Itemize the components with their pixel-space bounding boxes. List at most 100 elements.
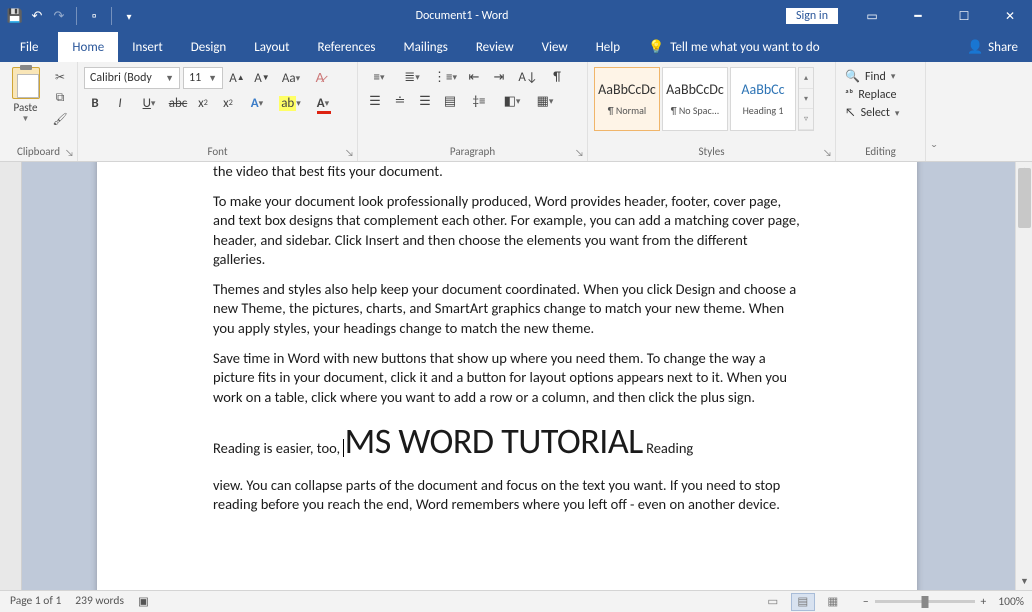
shading-button[interactable]: ◧▾ bbox=[497, 91, 527, 111]
tab-review[interactable]: Review bbox=[462, 32, 528, 62]
styles-dialog-launcher[interactable]: ↘ bbox=[823, 146, 832, 159]
close-button[interactable]: ✕ bbox=[988, 2, 1032, 30]
sign-in-button[interactable]: Sign in bbox=[786, 8, 838, 24]
tab-home[interactable]: Home bbox=[58, 32, 118, 62]
tab-view[interactable]: View bbox=[528, 32, 582, 62]
multilevel-list-button[interactable]: ⋮≡▾ bbox=[430, 67, 460, 87]
replace-button[interactable]: ᵃᵇReplace bbox=[842, 87, 919, 103]
page-indicator[interactable]: Page 1 of 1 bbox=[10, 594, 61, 609]
align-left-button[interactable]: ☰ bbox=[364, 91, 386, 111]
zoom-level[interactable]: 100% bbox=[998, 595, 1024, 609]
cut-button[interactable]: ✂ bbox=[49, 68, 71, 86]
undo-icon[interactable]: ↶ bbox=[28, 7, 46, 25]
font-size-combo[interactable]: 11▼ bbox=[183, 67, 223, 89]
select-button[interactable]: ↖Select▾ bbox=[842, 105, 919, 121]
italic-button[interactable]: I bbox=[109, 93, 131, 113]
tab-file[interactable]: File bbox=[0, 32, 58, 62]
styles-gallery-more[interactable]: ▴▾▿ bbox=[798, 67, 814, 131]
body-text[interactable]: view. You can collapse parts of the docu… bbox=[213, 476, 801, 515]
vertical-scrollbar[interactable]: ▲ ▼ bbox=[1015, 162, 1032, 590]
style-preview: AaBbCcDc bbox=[666, 81, 724, 98]
body-text[interactable]: Themes and styles also help keep your do… bbox=[213, 280, 801, 339]
zoom-in-button[interactable]: + bbox=[981, 595, 987, 609]
copy-button[interactable]: ⧉ bbox=[49, 89, 71, 107]
zoom-out-button[interactable]: − bbox=[863, 595, 869, 609]
qat-customize-icon[interactable]: ▾ bbox=[120, 7, 138, 25]
paragraph-dialog-launcher[interactable]: ↘ bbox=[575, 146, 584, 159]
maximize-button[interactable]: ☐ bbox=[942, 2, 986, 30]
grow-font-button[interactable]: A▲ bbox=[226, 68, 248, 88]
tab-design[interactable]: Design bbox=[177, 32, 240, 62]
new-doc-icon[interactable]: ▫ bbox=[85, 7, 103, 25]
scroll-thumb[interactable] bbox=[1018, 168, 1031, 228]
ribbon: Paste ▼ ✂ ⧉ 🖌 Clipboard ↘ Calibri (Body▼… bbox=[0, 62, 1032, 162]
style-normal[interactable]: AaBbCcDc ¶ Normal bbox=[594, 67, 660, 131]
shrink-font-button[interactable]: A▼ bbox=[251, 68, 273, 88]
tab-references[interactable]: References bbox=[304, 32, 390, 62]
underline-button[interactable]: U▾ bbox=[134, 93, 164, 113]
bullets-button[interactable]: ≡▾ bbox=[364, 67, 394, 87]
body-text[interactable]: the video that best fits your document. bbox=[213, 162, 801, 182]
tab-help[interactable]: Help bbox=[582, 32, 634, 62]
large-inserted-text: MS WORD TUTORIAL bbox=[344, 419, 642, 463]
zoom-slider[interactable] bbox=[875, 600, 975, 603]
style-heading1[interactable]: AaBbCc Heading 1 bbox=[730, 67, 796, 131]
web-layout-button[interactable]: ▦ bbox=[821, 593, 845, 611]
share-icon: 👤 bbox=[967, 40, 983, 55]
share-button[interactable]: 👤 Share bbox=[967, 32, 1032, 62]
increase-indent-button[interactable]: ⇥ bbox=[488, 67, 510, 87]
superscript-button[interactable]: x2 bbox=[217, 93, 239, 113]
body-text[interactable]: To make your document look professionall… bbox=[213, 192, 801, 270]
status-bar: Page 1 of 1 239 words ▣ ▭ ▤ ▦ − + 100% bbox=[0, 590, 1032, 612]
print-layout-button[interactable]: ▤ bbox=[791, 593, 815, 611]
subscript-button[interactable]: x2 bbox=[192, 93, 214, 113]
highlight-button[interactable]: ab▾ bbox=[275, 93, 305, 113]
find-button[interactable]: 🔍Find▾ bbox=[842, 68, 919, 85]
font-dialog-launcher[interactable]: ↘ bbox=[345, 146, 354, 159]
strikethrough-button[interactable]: abc bbox=[167, 93, 189, 113]
clipboard-dialog-launcher[interactable]: ↘ bbox=[65, 146, 74, 159]
page-container[interactable]: the video that best fits your document. … bbox=[22, 162, 1015, 590]
paste-button[interactable]: Paste ▼ bbox=[6, 65, 45, 145]
document-page[interactable]: the video that best fits your document. … bbox=[97, 162, 917, 590]
redo-icon[interactable]: ↷ bbox=[50, 7, 68, 25]
change-case-button[interactable]: Aa▾ bbox=[276, 68, 306, 88]
style-no-spacing[interactable]: AaBbCcDc ¶ No Spac... bbox=[662, 67, 728, 131]
read-mode-button[interactable]: ▭ bbox=[761, 593, 785, 611]
replace-label: Replace bbox=[858, 88, 896, 102]
lightbulb-icon: 💡 bbox=[648, 40, 664, 55]
save-icon[interactable]: 💾 bbox=[6, 7, 24, 25]
word-count[interactable]: 239 words bbox=[75, 594, 124, 609]
font-color-button[interactable]: A▾ bbox=[308, 93, 338, 113]
line-spacing-button[interactable]: ‡≡ bbox=[464, 91, 494, 111]
paste-icon bbox=[12, 67, 40, 99]
scroll-down-button[interactable]: ▼ bbox=[1016, 573, 1032, 590]
clear-formatting-button[interactable]: A̷ bbox=[309, 68, 331, 88]
body-text[interactable]: Save time in Word with new buttons that … bbox=[213, 349, 801, 408]
proofing-icon[interactable]: ▣ bbox=[138, 594, 149, 609]
title-bar: 💾 ↶ ↷ ▫ ▾ Document1 - Word Sign in ▭ ━ ☐… bbox=[0, 0, 1032, 32]
format-painter-button[interactable]: 🖌 bbox=[49, 110, 71, 128]
decrease-indent-button[interactable]: ⇤ bbox=[463, 67, 485, 87]
tab-mailings[interactable]: Mailings bbox=[390, 32, 462, 62]
tab-layout[interactable]: Layout bbox=[240, 32, 303, 62]
show-marks-button[interactable]: ¶ bbox=[546, 67, 568, 87]
vertical-ruler[interactable] bbox=[0, 162, 22, 590]
paste-label: Paste bbox=[14, 101, 38, 114]
font-name-combo[interactable]: Calibri (Body▼ bbox=[84, 67, 180, 89]
collapse-ribbon-button[interactable]: ˬ bbox=[926, 62, 942, 161]
borders-button[interactable]: ▦▾ bbox=[530, 91, 560, 111]
numbering-button[interactable]: ≣▾ bbox=[397, 67, 427, 87]
ribbon-tabs: File Home Insert Design Layout Reference… bbox=[0, 32, 1032, 62]
ribbon-display-icon[interactable]: ▭ bbox=[850, 2, 894, 30]
justify-button[interactable]: ▤ bbox=[439, 91, 461, 111]
text-effects-button[interactable]: A▾ bbox=[242, 93, 272, 113]
minimize-button[interactable]: ━ bbox=[896, 2, 940, 30]
align-center-button[interactable]: ≐ bbox=[389, 91, 411, 111]
tab-insert[interactable]: Insert bbox=[118, 32, 177, 62]
align-right-button[interactable]: ☰ bbox=[414, 91, 436, 111]
body-text[interactable]: Reading is easier, too, MS WORD TUTORIAL… bbox=[213, 417, 801, 466]
tell-me-search[interactable]: 💡 Tell me what you want to do bbox=[634, 32, 834, 62]
bold-button[interactable]: B bbox=[84, 93, 106, 113]
sort-button[interactable]: A↓ bbox=[513, 67, 543, 87]
